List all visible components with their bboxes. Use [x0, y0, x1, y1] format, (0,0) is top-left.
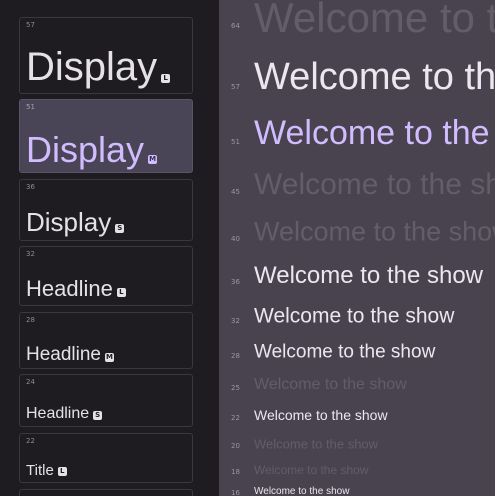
preview-size: 28 [231, 352, 240, 360]
type-preview-panel: 64 Welcome to the show 57 Welcome to the… [219, 0, 495, 496]
type-card-headline-medium[interactable]: 28 Headline M [19, 312, 193, 369]
type-card-title-large[interactable]: 22 Title L [19, 433, 193, 483]
card-label: Display [26, 45, 158, 89]
card-size-label: 22 [26, 437, 35, 445]
size-badge: L [161, 74, 171, 83]
preview-text: Welcome to the show [254, 56, 495, 98]
type-scale-screen: 57 Display L 51 Display M 36 Display S 3… [0, 0, 495, 496]
card-size-label: 32 [26, 250, 35, 258]
size-badge: L [57, 467, 67, 476]
type-card-partial[interactable] [19, 489, 193, 496]
size-badge: S [115, 224, 125, 233]
preview-size: 36 [231, 278, 240, 286]
card-label: Headline [26, 344, 101, 365]
type-card-display-medium[interactable]: 51 Display M [19, 99, 193, 173]
card-label: Display [26, 129, 145, 170]
card-size-label: 36 [26, 183, 35, 191]
preview-text: Welcome to the show [254, 0, 495, 41]
preview-size: 22 [231, 414, 240, 422]
preview-text: Welcome to the show [254, 463, 369, 477]
preview-size: 64 [231, 22, 240, 30]
preview-text: Welcome to the show [254, 114, 495, 152]
card-size-label: 24 [26, 378, 35, 386]
preview-text: Welcome to the show [254, 376, 407, 393]
preview-size: 57 [231, 83, 240, 91]
type-card-display-large[interactable]: 57 Display L [19, 17, 193, 94]
preview-size: 45 [231, 188, 240, 196]
size-badge: S [93, 411, 103, 420]
preview-size: 25 [231, 384, 240, 392]
size-badge: M [105, 353, 114, 362]
type-card-headline-large[interactable]: 32 Headline L [19, 246, 193, 306]
preview-text: Welcome to the show [254, 168, 495, 201]
type-card-headline-small[interactable]: 24 Headline S [19, 374, 193, 427]
preview-text: Welcome to the show [254, 304, 455, 328]
card-size-label: 57 [26, 21, 35, 29]
preview-text: Welcome to the show [254, 407, 388, 423]
card-label: Headline [26, 405, 90, 422]
preview-size: 18 [231, 468, 240, 476]
preview-size: 40 [231, 235, 240, 243]
preview-text: Welcome to the show [254, 436, 379, 452]
preview-size: 51 [231, 138, 240, 146]
preview-text: Welcome to the show [254, 262, 483, 289]
size-badge: L [116, 288, 126, 297]
type-card-display-small[interactable]: 36 Display S [19, 179, 193, 241]
preview-text: Welcome to the show [254, 216, 495, 247]
card-label: Display [26, 207, 112, 237]
card-label: Headline [26, 276, 113, 301]
preview-text: Welcome to the show [254, 486, 350, 496]
size-badge: M [148, 155, 158, 164]
card-size-label: 28 [26, 316, 35, 324]
card-label: Title [26, 462, 54, 479]
preview-size: 16 [231, 489, 240, 496]
type-scale-list: 57 Display L 51 Display M 36 Display S 3… [0, 0, 219, 496]
preview-size: 20 [231, 442, 240, 450]
preview-text: Welcome to the show [254, 341, 436, 363]
preview-size: 32 [231, 317, 240, 325]
card-size-label: 51 [26, 103, 35, 111]
